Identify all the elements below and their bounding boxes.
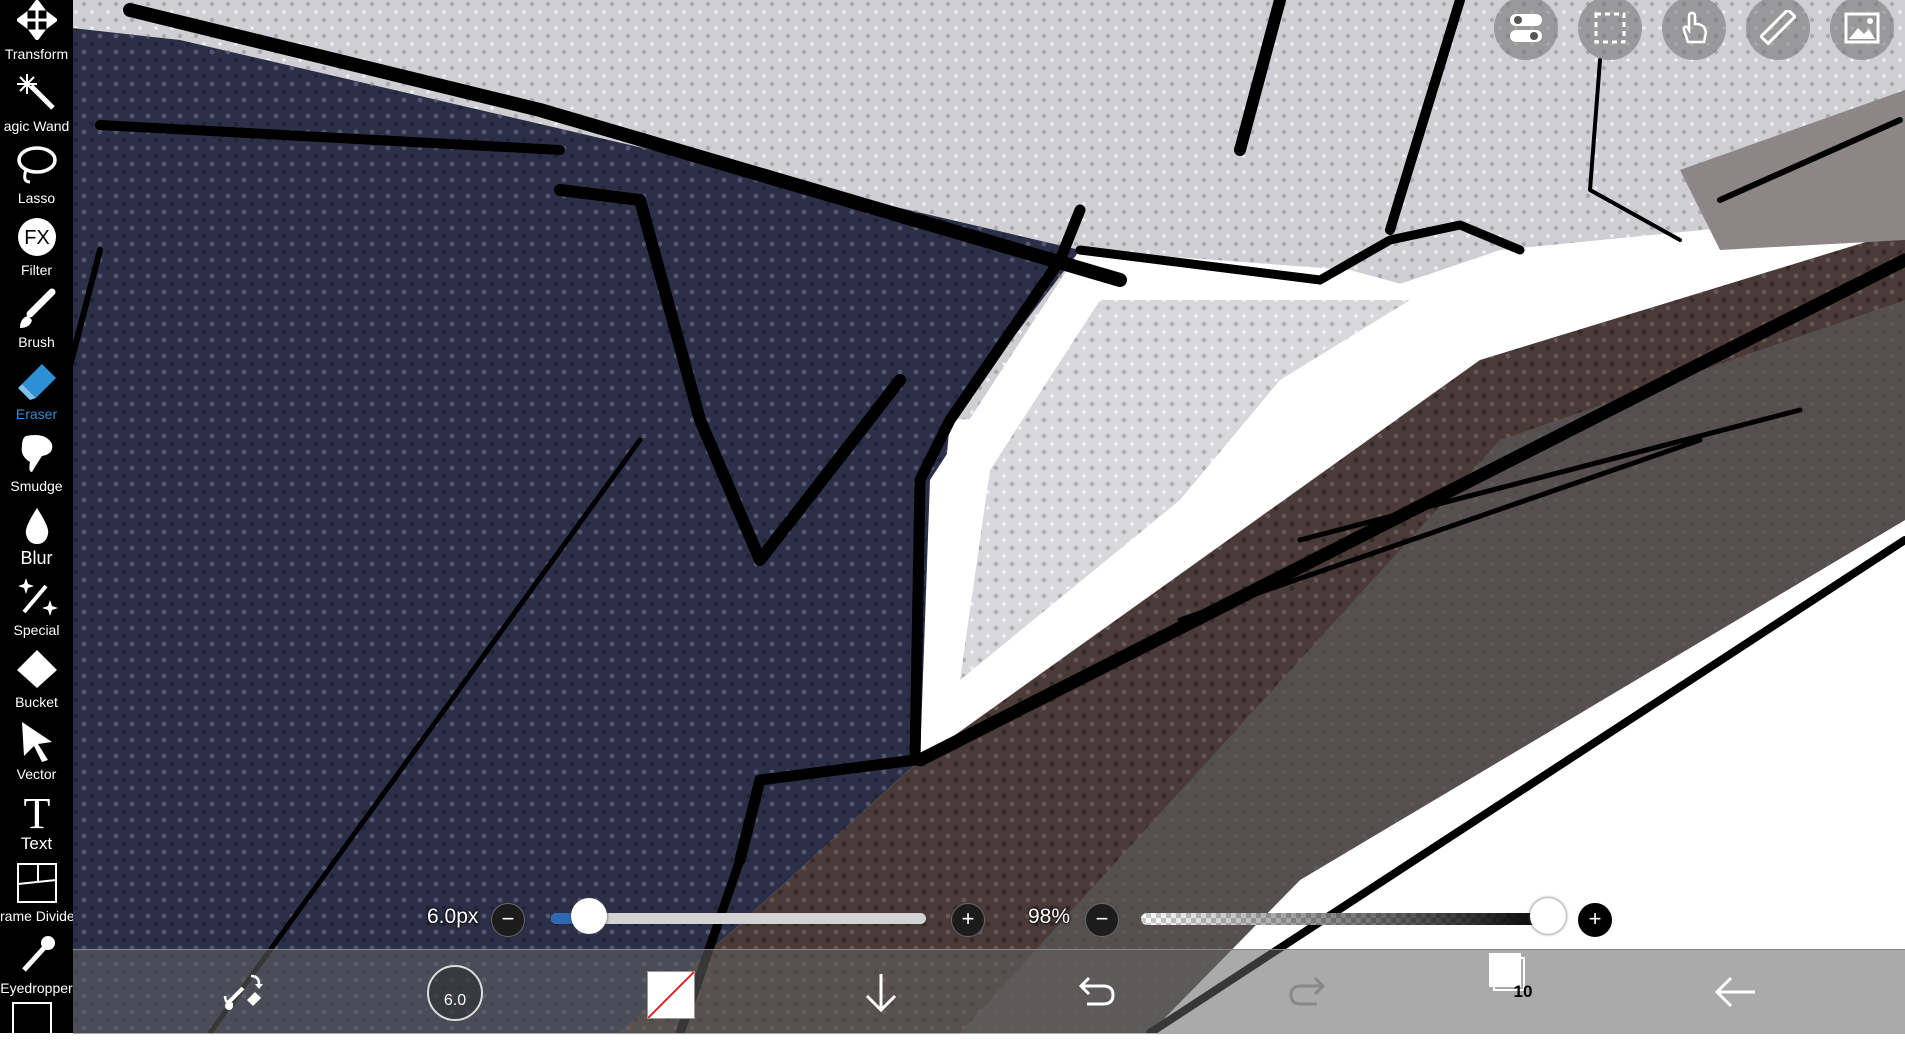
tool-label: rame Divider: [0, 908, 73, 924]
magic-wand-icon: [0, 72, 73, 118]
minus-icon: −: [501, 906, 515, 931]
tool-lasso[interactable]: Lasso: [0, 142, 73, 214]
tool-label: Smudge: [10, 478, 63, 494]
brush-size-increase-button[interactable]: +: [951, 903, 985, 937]
eyedropper-icon: [0, 934, 73, 980]
color-swatch-button[interactable]: [647, 971, 695, 1019]
swap-tools-icon: [223, 974, 263, 1010]
text-t-icon: T: [0, 790, 73, 836]
opacity-decrease-button[interactable]: −: [1085, 903, 1119, 937]
tool-frame-divider[interactable]: rame Divider: [0, 860, 73, 932]
undo-icon: [1078, 976, 1115, 1006]
blur-drop-icon: [0, 504, 73, 550]
ruler-icon: [1760, 10, 1796, 46]
tool-label: Vector: [16, 766, 57, 782]
minus-icon: −: [1095, 906, 1109, 931]
next-tool-partial-icon: [12, 1002, 52, 1042]
opacity-value: 98%: [1028, 905, 1071, 928]
back-button[interactable]: [1693, 950, 1773, 1034]
layers-button[interactable]: 10: [1484, 950, 1564, 1034]
bottom-toolbar: 6.0 10: [73, 949, 1905, 1034]
tool-label: Lasso: [17, 190, 56, 206]
tool-smudge[interactable]: Smudge: [0, 430, 73, 502]
move-arrows-icon: [0, 0, 73, 46]
frame-divider-icon: [0, 862, 73, 908]
brush-size-decrease-button[interactable]: −: [491, 903, 525, 937]
drawing-canvas[interactable]: [0, 0, 1905, 1033]
opacity-increase-button[interactable]: +: [1578, 903, 1612, 937]
tool-label: Brush: [18, 334, 55, 350]
tool-label: Text: [20, 836, 53, 852]
download-button[interactable]: [841, 950, 921, 1034]
brush-size-slider[interactable]: [551, 913, 926, 924]
undo-button[interactable]: [1055, 950, 1135, 1034]
download-arrow-icon: [865, 974, 897, 1013]
tool-label: Eyedropper: [0, 980, 73, 996]
smudge-icon: [0, 432, 73, 478]
fx-icon: FX: [0, 216, 73, 262]
tool-special[interactable]: Special: [0, 574, 73, 646]
tool-magic-wand[interactable]: agic Wand: [0, 70, 73, 142]
lasso-icon: [0, 144, 73, 190]
tool-brush[interactable]: Brush: [0, 286, 73, 358]
tool-label: Eraser: [15, 406, 58, 422]
swap-tools-button[interactable]: [203, 950, 283, 1034]
tool-bucket[interactable]: Bucket: [0, 646, 73, 718]
hand-icon: [1682, 11, 1708, 44]
tool-label: Filter: [20, 262, 53, 278]
brush-size-preview-value: 6.0: [443, 992, 467, 1009]
eraser-icon: [0, 360, 73, 406]
tool-blur[interactable]: Blur: [0, 502, 73, 574]
tool-label: agic Wand: [3, 118, 70, 134]
tool-label: Blur: [20, 550, 53, 566]
tool-vector[interactable]: Vector: [0, 718, 73, 790]
color-swatch-icon: [648, 972, 694, 1018]
tool-sidebar: Transform agic Wand Lasso FX Filter Brus…: [0, 0, 73, 1042]
brush-size-slider-thumb[interactable]: [570, 898, 607, 934]
tool-eraser[interactable]: Eraser: [0, 358, 73, 430]
brush-icon: [0, 288, 73, 334]
tool-text[interactable]: T Text: [0, 788, 73, 860]
svg-text:FX: FX: [24, 227, 50, 249]
redo-button[interactable]: [1269, 950, 1349, 1034]
layer-count: 10: [1513, 982, 1533, 1001]
image-icon: [1844, 12, 1880, 44]
selection-icon: [1594, 12, 1626, 44]
opacity-slider-thumb[interactable]: [1529, 898, 1566, 934]
tool-label: Special: [13, 622, 60, 638]
toggle-icon: [1510, 14, 1542, 42]
opacity-slider[interactable]: [1141, 913, 1556, 925]
sparkle-icon: [0, 576, 73, 622]
bucket-icon: [0, 648, 73, 694]
redo-icon: [1289, 976, 1326, 1006]
tool-label: Bucket: [15, 694, 58, 710]
back-arrow-icon: [1714, 976, 1755, 1008]
pointer-arrow-icon: [0, 720, 73, 766]
brush-size-preview-button[interactable]: 6.0: [427, 965, 483, 1021]
tool-transform[interactable]: Transform: [0, 0, 73, 70]
tool-filter[interactable]: FX Filter: [0, 214, 73, 286]
tool-eyedropper[interactable]: Eyedropper: [0, 932, 73, 1004]
plus-icon: +: [961, 906, 975, 931]
plus-icon: +: [1588, 906, 1602, 931]
tool-label: Transform: [4, 46, 69, 62]
svg-text:T: T: [23, 790, 50, 834]
brush-size-value: 6.0px: [427, 905, 479, 928]
